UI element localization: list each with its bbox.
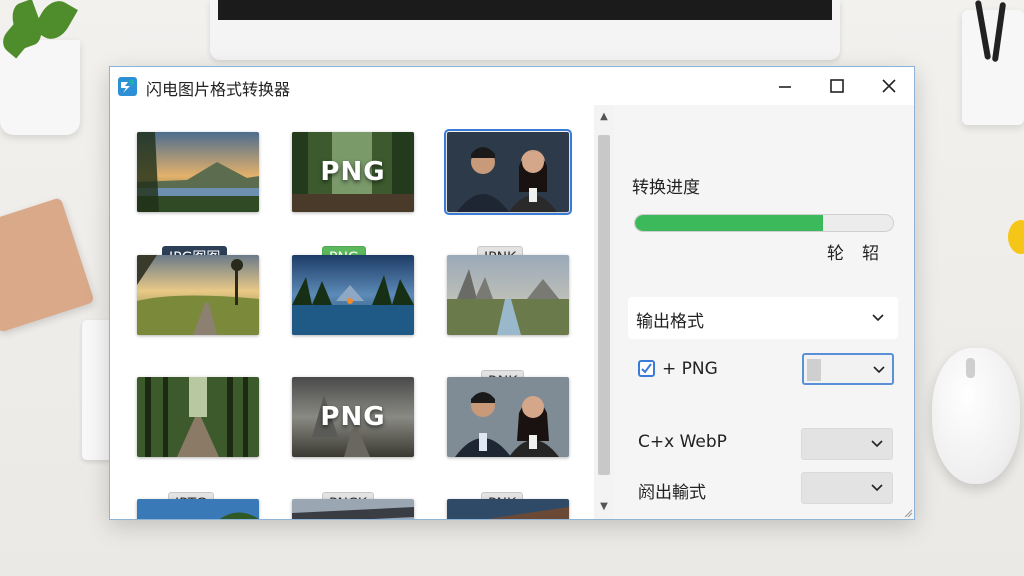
- image-thumbnail[interactable]: [292, 255, 414, 335]
- chevron-down-icon: [871, 440, 883, 448]
- maximize-button[interactable]: [814, 71, 860, 101]
- output-format-dropdown[interactable]: 输出格式: [628, 297, 898, 339]
- image-thumbnail[interactable]: [447, 255, 569, 335]
- scroll-thumb[interactable]: [598, 135, 610, 475]
- format-option-webp: C+x WebP: [638, 426, 900, 460]
- keyboard: [82, 320, 112, 460]
- app-window: 闪电图片格式转换器 JPG图图: [109, 66, 915, 520]
- settings-panel: 转换进度 轮轺 输出格式 + PNG C+x WebP 阏出輸式: [614, 105, 914, 519]
- close-icon: [882, 79, 896, 93]
- monitor-stand: [210, 0, 840, 60]
- title-bar[interactable]: 闪电图片格式转换器: [110, 67, 914, 105]
- format-option-png: + PNG: [638, 353, 900, 387]
- image-thumbnail[interactable]: PNG: [292, 132, 414, 212]
- image-thumbnail[interactable]: [447, 499, 569, 519]
- image-thumbnail[interactable]: [137, 499, 259, 519]
- image-thumbnail[interactable]: [447, 377, 569, 457]
- output-format-label: 输出格式: [636, 312, 704, 332]
- format-overlay: PNG: [320, 402, 386, 432]
- maximize-icon: [830, 79, 844, 93]
- lightning-app-icon: [118, 77, 137, 96]
- progress-fill: [635, 215, 824, 231]
- format-select[interactable]: [801, 472, 893, 504]
- computer-mouse: [932, 348, 1020, 484]
- resize-grip-icon[interactable]: [903, 508, 913, 518]
- image-gallery: JPG图图 PNG PNG: [110, 105, 593, 519]
- scroll-down-arrow-icon[interactable]: ▼: [598, 501, 610, 513]
- option-label: 阏出輸式: [638, 483, 706, 503]
- window-title: 闪电图片格式转换器: [146, 80, 291, 99]
- progress-label: 转换进度: [632, 178, 700, 198]
- image-thumbnail[interactable]: [292, 499, 414, 519]
- format-overlay: PNG: [320, 157, 386, 187]
- gallery-scrollbar[interactable]: ▲ ▼: [594, 105, 614, 519]
- format-option-output: 阏出輸式: [638, 472, 900, 506]
- progress-bar: [634, 214, 894, 232]
- format-select[interactable]: [802, 353, 894, 385]
- format-select[interactable]: [801, 428, 893, 460]
- image-thumbnail[interactable]: [137, 132, 259, 212]
- close-button[interactable]: [866, 71, 912, 101]
- status-text: 轮轺: [827, 244, 897, 264]
- select-swatch: [807, 359, 821, 381]
- chevron-down-icon: [873, 366, 885, 374]
- checkbox[interactable]: [638, 360, 655, 377]
- chevron-down-icon: [872, 314, 884, 322]
- checkmark-icon: [641, 363, 652, 374]
- option-label: C+x WebP: [638, 432, 727, 452]
- chevron-down-icon: [871, 484, 883, 492]
- image-thumbnail[interactable]: [137, 377, 259, 457]
- minimize-button[interactable]: [762, 71, 808, 101]
- image-thumbnail[interactable]: [137, 255, 259, 335]
- image-thumbnail[interactable]: PNG: [292, 377, 414, 457]
- minimize-icon: [779, 86, 791, 88]
- option-label: + PNG: [662, 359, 718, 379]
- image-thumbnail-selected[interactable]: [444, 129, 572, 215]
- scroll-up-arrow-icon[interactable]: ▲: [598, 111, 610, 123]
- pen-holder: [962, 10, 1024, 125]
